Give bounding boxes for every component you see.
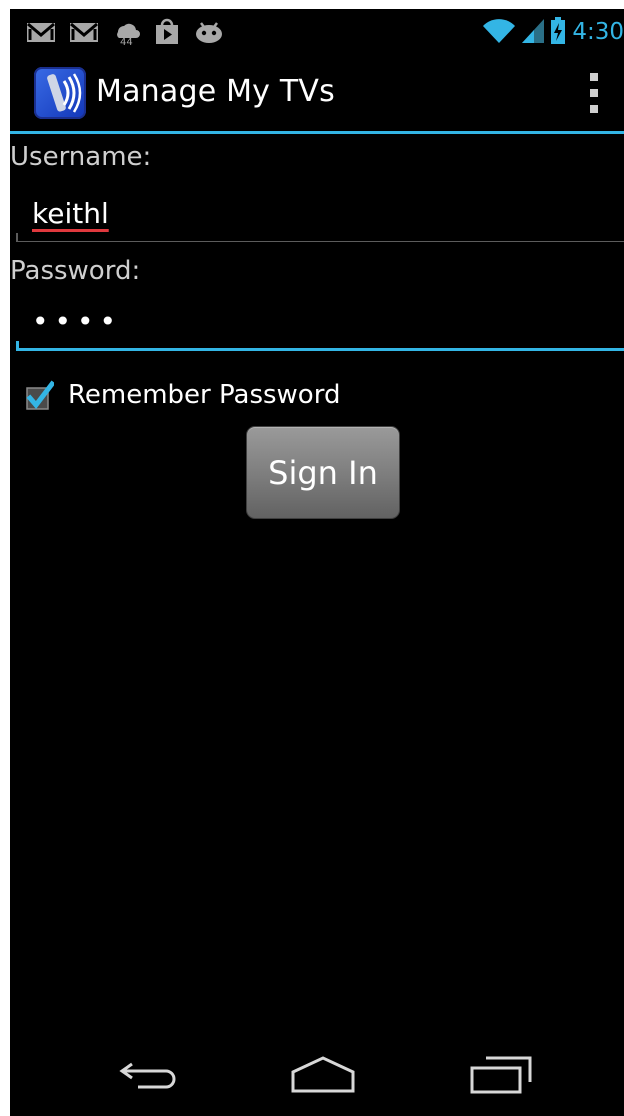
password-field[interactable]: •••• — [16, 303, 624, 351]
navigation-bar — [10, 1032, 624, 1116]
username-underline-tick — [16, 233, 18, 242]
password-label: Password: — [10, 256, 141, 286]
password-value: •••• — [32, 305, 123, 338]
signal-icon — [522, 15, 545, 49]
remote-app-icon[interactable] — [34, 67, 86, 119]
sign-in-button[interactable]: Sign In — [246, 426, 400, 519]
password-underline-tick — [16, 341, 19, 351]
remember-password-checkbox[interactable] — [24, 380, 56, 410]
password-underline — [16, 348, 624, 351]
username-field[interactable]: keithl — [16, 194, 624, 242]
username-underline — [16, 241, 624, 242]
svg-text:44: 44 — [120, 37, 133, 46]
username-value: keithl — [32, 197, 109, 230]
system-indicators: 4:30 — [482, 15, 624, 49]
back-icon[interactable] — [118, 1054, 182, 1098]
remember-password-label: Remember Password — [68, 380, 341, 410]
home-icon[interactable] — [290, 1054, 356, 1098]
gmail-icon — [69, 20, 99, 44]
gmail-icon — [26, 20, 56, 44]
overflow-menu-icon[interactable] — [582, 73, 606, 113]
notification-icons: 44 — [26, 18, 224, 46]
app-title: Manage My TVs — [96, 74, 335, 109]
status-clock: 4:30 — [572, 19, 624, 45]
status-bar: 44 4:30 — [10, 9, 624, 53]
play-store-icon — [153, 18, 181, 46]
phone-screen: 44 4:30 Manage My TVs Username: keithl P… — [10, 9, 624, 1116]
username-label: Username: — [10, 142, 152, 172]
recents-icon[interactable] — [468, 1054, 534, 1098]
android-icon — [194, 20, 224, 44]
wifi-icon — [482, 15, 516, 49]
action-bar: Manage My TVs — [10, 53, 624, 131]
weather-icon: 44 — [112, 18, 140, 46]
battery-charging-icon — [550, 15, 566, 49]
action-bar-divider — [10, 131, 624, 134]
remember-password-row[interactable]: Remember Password — [24, 375, 340, 415]
